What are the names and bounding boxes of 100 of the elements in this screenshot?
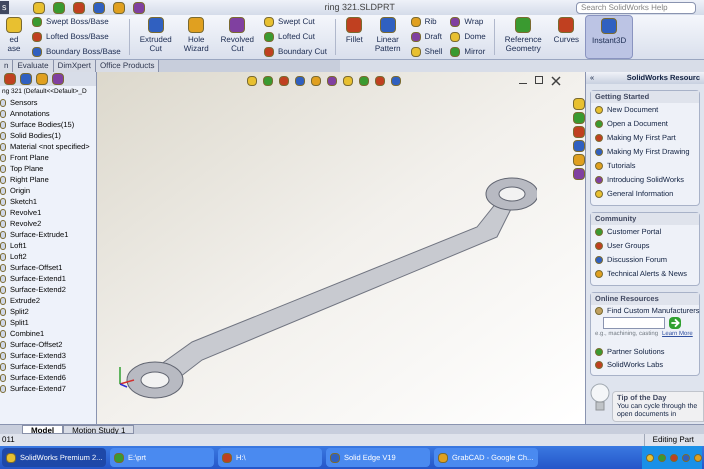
tool-icon bbox=[450, 46, 460, 57]
tree-node-icon bbox=[0, 374, 6, 382]
tree-node-icon bbox=[0, 242, 6, 250]
ribbon-button[interactable]: Instant3D bbox=[585, 15, 634, 59]
panel-tab-icon bbox=[36, 73, 48, 85]
tool-icon bbox=[450, 32, 460, 42]
toolbar-icon bbox=[132, 2, 144, 14]
tool-icon bbox=[188, 17, 204, 33]
tool-icon bbox=[32, 32, 42, 42]
status-text: 011 bbox=[2, 434, 15, 446]
tool-icon bbox=[450, 17, 460, 28]
task-pane-tab-icon bbox=[573, 126, 585, 138]
app-icon bbox=[330, 452, 340, 462]
task-pane-tab-icon bbox=[573, 112, 585, 124]
tool-icon bbox=[229, 17, 246, 33]
close-button[interactable] bbox=[551, 76, 561, 86]
tab[interactable]: DimXpert bbox=[54, 60, 96, 72]
ribbon-button[interactable]: Fillet bbox=[340, 15, 369, 59]
window-title: ring 321.SLDPRT bbox=[324, 0, 395, 14]
tool-icon bbox=[264, 17, 274, 28]
task-pane-tab-icon bbox=[573, 98, 585, 110]
ribbon-button[interactable]: Lofted Boss/Base bbox=[32, 30, 121, 43]
tree-node-icon bbox=[0, 252, 6, 260]
ribbon-button[interactable]: Boundary Cut bbox=[264, 46, 327, 58]
tab[interactable]: n bbox=[0, 60, 14, 72]
toolbar-icon bbox=[52, 2, 64, 14]
toolbar-icon bbox=[72, 2, 84, 14]
app-icon bbox=[222, 452, 232, 462]
tree-node-icon bbox=[0, 264, 6, 272]
tree-node-icon bbox=[0, 296, 6, 304]
tool-icon bbox=[32, 17, 42, 28]
toolbar-icon bbox=[112, 2, 124, 14]
tree-node-icon bbox=[0, 176, 6, 184]
tool-icon bbox=[515, 17, 532, 33]
tool-icon bbox=[32, 46, 42, 57]
tree-node-icon bbox=[0, 230, 6, 238]
panel-tab-icon bbox=[52, 73, 64, 85]
ribbon-button[interactable]: Swept Boss/Base bbox=[32, 16, 121, 28]
app-icon bbox=[438, 452, 448, 462]
app-icon bbox=[6, 452, 16, 462]
tool-icon bbox=[264, 46, 274, 57]
tool-icon bbox=[410, 32, 421, 42]
ribbon-button[interactable]: Reference Geometry bbox=[498, 15, 548, 59]
tab[interactable]: Motion Study 1 bbox=[63, 425, 134, 434]
panel-tab-icon bbox=[20, 73, 32, 85]
manufacturer-field[interactable] bbox=[603, 317, 665, 329]
ribbon-button[interactable]: Extruded Cut bbox=[134, 15, 178, 59]
task-pane-tab-icon bbox=[573, 154, 585, 166]
tree-node-icon bbox=[0, 186, 6, 194]
ribbon-button[interactable]: Dome bbox=[450, 30, 486, 43]
ribbon-button[interactable]: Hole Wizard bbox=[178, 15, 215, 59]
ribbon-button[interactable]: Curves bbox=[548, 15, 586, 59]
tab[interactable]: Model bbox=[22, 425, 64, 434]
tree-node-icon bbox=[0, 220, 6, 228]
tree-node-icon bbox=[0, 308, 6, 316]
tree-node-icon bbox=[0, 132, 6, 140]
ribbon-button[interactable]: Rib bbox=[410, 16, 442, 28]
tool-icon bbox=[410, 17, 421, 28]
tool-icon bbox=[6, 17, 22, 33]
ribbon-button[interactable]: Draft bbox=[410, 30, 442, 43]
tree-node-icon bbox=[0, 142, 6, 150]
tool-icon bbox=[346, 17, 362, 33]
ribbon-button[interactable]: Revolved Cut bbox=[214, 15, 260, 59]
tool-icon bbox=[410, 46, 421, 57]
task-pane-tab-icon bbox=[573, 168, 585, 180]
search-field[interactable]: Search SolidWorks Help bbox=[576, 2, 696, 14]
tree-node-icon bbox=[0, 164, 6, 172]
tool-icon bbox=[148, 17, 164, 33]
panel-tab-icon bbox=[4, 73, 16, 85]
tab[interactable]: Office Products bbox=[96, 60, 160, 72]
ribbon-button[interactable]: Lofted Cut bbox=[264, 30, 327, 43]
toolbar-icon bbox=[32, 2, 44, 14]
tree-node-icon bbox=[0, 274, 6, 282]
tool-icon bbox=[380, 17, 396, 33]
tool-icon bbox=[558, 17, 574, 33]
tree-node-icon bbox=[0, 286, 6, 294]
tree-node-icon bbox=[0, 120, 6, 128]
tree-node-icon bbox=[0, 98, 6, 106]
tree-node-icon bbox=[0, 318, 6, 326]
toolbar-icon bbox=[92, 2, 104, 14]
ribbon-button[interactable]: Boundary Boss/Base bbox=[32, 46, 121, 58]
go-button[interactable] bbox=[669, 317, 681, 329]
ribbon-button[interactable]: ed ase bbox=[0, 15, 28, 59]
tree-node-icon bbox=[0, 340, 6, 348]
restore-button[interactable] bbox=[535, 76, 543, 84]
tree-node-icon bbox=[0, 330, 6, 338]
tree-node-icon bbox=[0, 384, 6, 392]
tree-node-icon bbox=[0, 352, 6, 360]
tab[interactable]: Evaluate bbox=[13, 60, 54, 72]
tree-node-icon bbox=[0, 362, 6, 370]
tree-node-icon bbox=[0, 154, 6, 162]
tool-icon bbox=[264, 32, 274, 42]
ribbon-button[interactable]: Linear Pattern bbox=[368, 15, 407, 59]
ribbon-button[interactable]: Wrap bbox=[450, 16, 486, 28]
tree-node-icon bbox=[0, 198, 6, 206]
ribbon-button[interactable]: Mirror bbox=[450, 46, 486, 58]
ribbon-button[interactable]: Swept Cut bbox=[264, 16, 327, 28]
arrow-icon bbox=[669, 317, 681, 329]
ribbon-button[interactable]: Shell bbox=[410, 46, 442, 58]
tree-node-icon bbox=[0, 208, 6, 216]
